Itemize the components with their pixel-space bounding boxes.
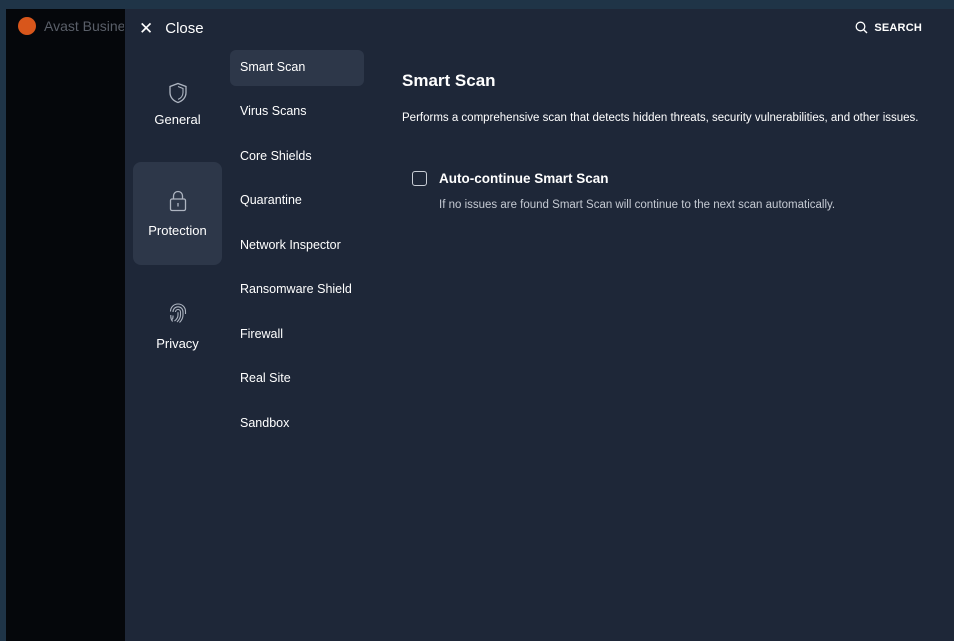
subnav-label: Sandbox xyxy=(240,416,290,430)
subnav-label: Ransomware Shield xyxy=(240,282,352,296)
auto-continue-description: If no issues are found Smart Scan will c… xyxy=(439,199,836,211)
app-title: Avast Business xyxy=(44,18,124,34)
subnav-sandbox[interactable]: Sandbox xyxy=(230,406,364,442)
subnav-label: Quarantine xyxy=(240,193,302,207)
search-label: SEARCH xyxy=(874,21,922,34)
subnav-ransomware-shield[interactable]: Ransomware Shield xyxy=(230,272,364,308)
shield-icon xyxy=(133,82,222,104)
search-button[interactable]: SEARCH xyxy=(855,21,922,34)
subnav-firewall[interactable]: Firewall xyxy=(230,317,364,353)
subnav-label: Network Inspector xyxy=(240,238,341,252)
close-button[interactable]: ✕ Close xyxy=(139,18,204,38)
subnav-real-site[interactable]: Real Site xyxy=(230,361,364,397)
subnav-label: Firewall xyxy=(240,327,284,341)
subnav-label: Real Site xyxy=(240,371,291,385)
category-label: General xyxy=(154,112,201,127)
close-icon: ✕ xyxy=(139,18,154,38)
category-privacy[interactable]: Privacy xyxy=(133,287,222,390)
subnav-quarantine[interactable]: Quarantine xyxy=(230,183,364,219)
lock-icon xyxy=(133,190,222,212)
auto-continue-label[interactable]: Auto-continue Smart Scan xyxy=(439,171,609,186)
page-description: Performs a comprehensive scan that detec… xyxy=(402,112,919,124)
auto-continue-checkbox[interactable] xyxy=(412,171,427,186)
subnav-label: Smart Scan xyxy=(240,60,306,74)
category-label: Privacy xyxy=(156,336,199,351)
subnav-network-inspector[interactable]: Network Inspector xyxy=(230,228,364,264)
app-background-strip: Avast Business xyxy=(6,9,125,641)
subnav-smart-scan[interactable]: Smart Scan xyxy=(230,50,364,86)
subnav-virus-scans[interactable]: Virus Scans xyxy=(230,94,364,130)
close-label: Close xyxy=(165,19,204,37)
category-general[interactable]: General xyxy=(133,65,222,168)
avast-logo-icon xyxy=(18,17,36,35)
subnav-label: Core Shields xyxy=(240,149,312,163)
category-label: Protection xyxy=(148,223,207,238)
category-protection[interactable]: Protection xyxy=(133,162,222,265)
page-title: Smart Scan xyxy=(402,71,496,90)
settings-window: Avast Business ✕ Close SEARCH General xyxy=(6,9,954,641)
subnav-core-shields[interactable]: Core Shields xyxy=(230,139,364,175)
fingerprint-icon xyxy=(133,302,222,326)
search-icon xyxy=(855,21,868,34)
subnav-label: Virus Scans xyxy=(240,104,307,118)
